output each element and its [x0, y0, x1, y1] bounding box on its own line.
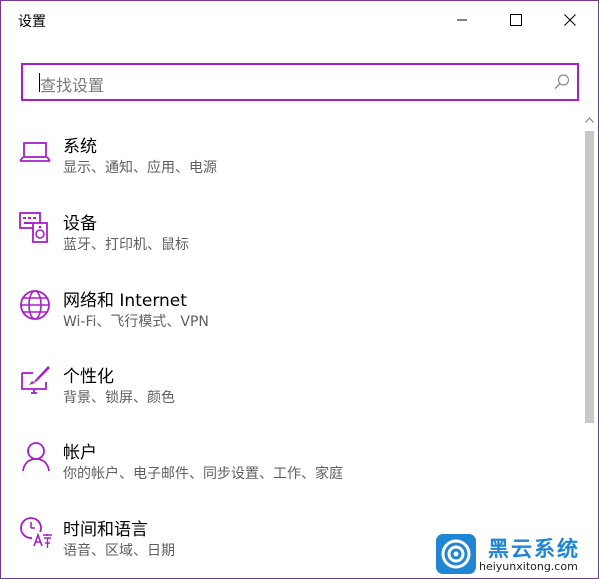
watermark: 黑云系统 heiyunxitong.com: [433, 531, 598, 578]
maximize-icon: [510, 14, 522, 26]
settings-item-personalization[interactable]: 个性化 背景、锁屏、颜色: [1, 362, 571, 434]
settings-item-title: 帐户: [63, 443, 97, 463]
search-box[interactable]: 查找设置: [21, 63, 579, 101]
watermark-url: heiyunxitong.com: [479, 560, 578, 573]
search-placeholder: 查找设置: [40, 76, 105, 95]
minimize-icon: [457, 19, 467, 21]
settings-item-title: 时间和语言: [63, 520, 148, 540]
minimize-button[interactable]: [439, 1, 485, 39]
settings-item-description: Wi-Fi、飞行模式、VPN: [63, 314, 209, 330]
vertical-scrollbar[interactable]: [581, 115, 598, 578]
time-language-icon: [20, 517, 52, 548]
title-bar: 设置: [1, 1, 598, 39]
settings-item-title: 网络和 Internet: [63, 291, 187, 311]
laptop-icon: [19, 142, 51, 162]
settings-item-devices[interactable]: 设备 蓝牙、打印机、鼠标: [1, 209, 571, 281]
settings-window: 设置 查找设置 系统 显示、通知、应用、电源 设备 蓝牙、打印机、鼠标 网络和 …: [0, 0, 599, 579]
personalization-icon: [21, 366, 50, 394]
close-icon: [564, 14, 576, 26]
settings-item-title: 个性化: [63, 367, 114, 387]
watermark-name: 黑云系统: [488, 537, 580, 561]
scrollbar-thumb[interactable]: [585, 131, 594, 423]
settings-item-accounts[interactable]: 帐户 你的帐户、电子邮件、同步设置、工作、家庭: [1, 438, 571, 510]
globe-icon: [20, 290, 50, 320]
settings-item-description: 显示、通知、应用、电源: [63, 160, 217, 176]
person-icon: [22, 442, 50, 472]
search-icon[interactable]: [553, 73, 571, 91]
settings-item-title: 系统: [63, 137, 97, 157]
devices-icon: [19, 212, 48, 243]
settings-item-description: 蓝牙、打印机、鼠标: [63, 237, 189, 253]
maximize-button[interactable]: [493, 1, 539, 39]
settings-item-network[interactable]: 网络和 Internet Wi-Fi、飞行模式、VPN: [1, 286, 571, 358]
scroll-up-arrow-icon[interactable]: [585, 117, 594, 123]
settings-item-system[interactable]: 系统 显示、通知、应用、电源: [1, 132, 571, 204]
settings-item-description: 你的帐户、电子邮件、同步设置、工作、家庭: [63, 466, 343, 482]
watermark-logo-icon: [436, 534, 476, 574]
window-title: 设置: [18, 14, 46, 30]
settings-item-title: 设备: [63, 214, 97, 234]
settings-item-description: 背景、锁屏、颜色: [63, 390, 175, 406]
settings-item-description: 语音、区域、日期: [63, 543, 175, 559]
close-button[interactable]: [547, 1, 593, 39]
